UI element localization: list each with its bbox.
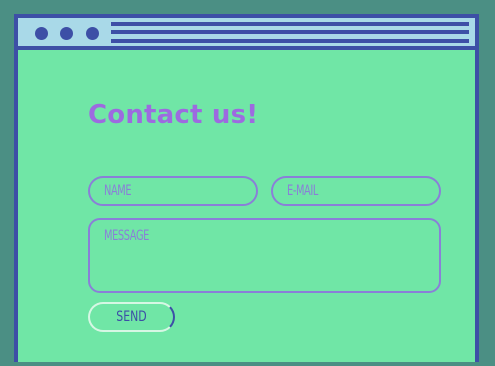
- name-placeholder: NAME: [104, 183, 132, 199]
- message-textarea[interactable]: MESSAGE: [88, 218, 441, 293]
- send-label: SEND: [116, 309, 147, 325]
- email-input[interactable]: E-MAIL: [271, 176, 441, 206]
- window-titlebar: [18, 18, 475, 50]
- window-dot-icon[interactable]: [86, 27, 99, 40]
- window-dot-icon[interactable]: [60, 27, 73, 40]
- contact-form: Contact us! NAME E-MAIL MESSAGE SEND: [18, 50, 475, 366]
- email-placeholder: E-MAIL: [287, 183, 318, 199]
- name-input[interactable]: NAME: [88, 176, 258, 206]
- window-dot-icon[interactable]: [35, 27, 48, 40]
- message-placeholder: MESSAGE: [104, 228, 149, 244]
- browser-window: Contact us! NAME E-MAIL MESSAGE SEND: [14, 14, 479, 362]
- address-bar-lines-icon: [111, 22, 469, 43]
- form-title: Contact us!: [88, 100, 259, 130]
- send-button[interactable]: SEND: [88, 302, 175, 332]
